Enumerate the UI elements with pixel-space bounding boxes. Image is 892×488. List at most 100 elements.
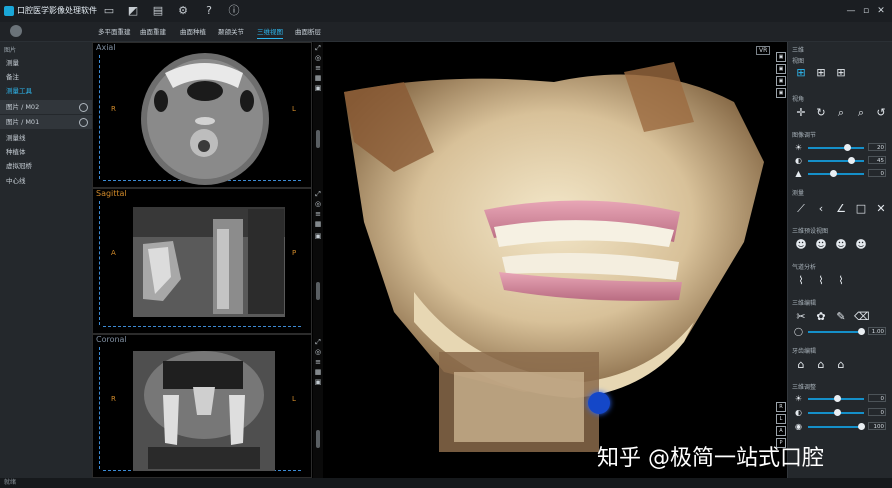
camera-icon[interactable]: ◎	[314, 54, 322, 62]
coronal-scrollbar[interactable]	[316, 430, 320, 448]
brightness-value[interactable]: 20	[868, 143, 886, 151]
tab-implant[interactable]: 曲面种植	[180, 26, 206, 36]
info-icon[interactable]: ⓘ	[227, 4, 241, 18]
layers-icon[interactable]: ≡	[314, 210, 322, 218]
skull-right-icon[interactable]: ☻	[834, 238, 848, 252]
layout-2-icon[interactable]: ⊞	[814, 66, 828, 80]
help-icon[interactable]: ?	[202, 4, 216, 18]
reset-icon[interactable]: ▣	[314, 232, 322, 240]
tab-tmj[interactable]: 颞颌关节	[218, 26, 244, 36]
slider-knob[interactable]	[834, 409, 841, 416]
layers-icon[interactable]: ≡	[314, 358, 322, 366]
orientation-l-icon[interactable]: L	[776, 414, 786, 424]
reset-view-icon[interactable]: ↺	[874, 106, 888, 120]
grid-icon[interactable]: ▦	[314, 74, 322, 82]
view-toggle-1-icon[interactable]: ▣	[776, 52, 786, 62]
reset-icon[interactable]: ▣	[314, 84, 322, 92]
axial-view[interactable]: Axial R L	[92, 42, 312, 188]
tab-3d-view[interactable]: 三维视图	[257, 26, 283, 39]
skull-left-icon[interactable]: ☻	[814, 238, 828, 252]
slider-knob[interactable]	[858, 423, 865, 430]
pan-icon[interactable]: ✛	[794, 106, 808, 120]
opacity-value[interactable]: 1.00	[868, 327, 886, 335]
camera-icon[interactable]: ◎	[314, 200, 322, 208]
sculpt-icon[interactable]: ✿	[814, 310, 828, 324]
sagittal-view[interactable]: Sagittal A P	[92, 188, 312, 334]
cut-icon[interactable]: ✂	[794, 310, 808, 324]
left-item-implant[interactable]: 种植体	[0, 145, 92, 159]
light-slider[interactable]	[808, 395, 864, 402]
tooth-2-icon[interactable]: ⌂	[814, 358, 828, 372]
opacity-slider[interactable]	[808, 328, 865, 335]
zoom-icon[interactable]: ⌕	[834, 106, 848, 120]
left-item-image-m01[interactable]: 图片 / M01	[0, 115, 92, 129]
light-value[interactable]: 0	[868, 394, 886, 402]
brush-icon[interactable]: ✎	[834, 310, 848, 324]
coronal-view[interactable]: Coronal R L	[92, 334, 312, 478]
left-item-image-m02[interactable]: 图片 / M02	[0, 100, 92, 114]
slider-knob[interactable]	[858, 328, 865, 335]
expand-icon[interactable]: ⤢	[314, 190, 322, 198]
shade-slider[interactable]	[808, 409, 864, 416]
close-button[interactable]: ✕	[875, 6, 887, 16]
airway-1-icon[interactable]: ⌇	[794, 274, 808, 288]
threshold-value[interactable]: 100	[868, 422, 886, 430]
view-toggle-3-icon[interactable]: ▣	[776, 76, 786, 86]
threshold-slider[interactable]	[808, 423, 865, 430]
skull-front-icon[interactable]: ☻	[794, 238, 808, 252]
left-item-measure-line[interactable]: 测量线	[0, 131, 92, 145]
sharpness-slider[interactable]	[808, 170, 864, 177]
view-toggle-2-icon[interactable]: ▣	[776, 64, 786, 74]
layout-3-icon[interactable]: ⊞	[834, 66, 848, 80]
tooth-1-icon[interactable]: ⌂	[794, 358, 808, 372]
gear-icon[interactable]: ⚙	[176, 4, 190, 18]
left-item-measure[interactable]: 测量	[0, 56, 92, 70]
slider-knob[interactable]	[834, 395, 841, 402]
grid-icon[interactable]: ▦	[314, 220, 322, 228]
rotate-icon[interactable]: ↻	[814, 106, 828, 120]
tooth-3-icon[interactable]: ⌂	[834, 358, 848, 372]
expand-icon[interactable]: ⤢	[314, 338, 322, 346]
orientation-a-icon[interactable]: A	[776, 426, 786, 436]
tab-panoramic[interactable]: 曲面断层	[295, 26, 321, 36]
eraser-icon[interactable]: ⌫	[854, 310, 870, 324]
expand-icon[interactable]: ⤢	[314, 44, 322, 52]
contrast-value[interactable]: 45	[868, 156, 886, 164]
tab-mpr[interactable]: 多平面重建	[98, 26, 131, 36]
contrast-slider[interactable]	[808, 157, 864, 164]
left-item-crown[interactable]: 虚拟冠桥	[0, 159, 92, 173]
line-measure-icon[interactable]: ⟋	[794, 202, 808, 216]
print-icon[interactable]: ▤	[151, 4, 165, 18]
toggle-circle-icon[interactable]	[79, 118, 88, 127]
airway-2-icon[interactable]: ⌇	[814, 274, 828, 288]
orientation-r-icon[interactable]: R	[776, 402, 786, 412]
tab-curved-reconstruction[interactable]: 曲面重建	[140, 26, 166, 36]
toggle-circle-icon[interactable]	[79, 103, 88, 112]
zoom-fit-icon[interactable]: ⌕	[854, 106, 868, 120]
sagittal-scrollbar[interactable]	[316, 282, 320, 300]
left-item-measure-tools[interactable]: 测量工具	[0, 84, 92, 98]
view-toggle-4-icon[interactable]: ▣	[776, 88, 786, 98]
skull-back-icon[interactable]: ☻	[854, 238, 868, 252]
avatar[interactable]	[10, 25, 22, 37]
left-item-centerline[interactable]: 中心线	[0, 174, 92, 188]
reset-icon[interactable]: ▣	[314, 378, 322, 386]
cross-icon[interactable]: ✕	[874, 202, 888, 216]
volume-render-view[interactable]: VR	[324, 42, 786, 478]
folder-icon[interactable]: ▭	[102, 4, 116, 18]
axial-scrollbar[interactable]	[316, 130, 320, 148]
slider-knob[interactable]	[830, 170, 837, 177]
layout-1-icon[interactable]: ⊞	[794, 66, 808, 80]
camera-icon[interactable]: ◎	[314, 348, 322, 356]
slider-knob[interactable]	[844, 144, 851, 151]
rectangle-icon[interactable]: □	[854, 202, 868, 216]
angle-icon[interactable]: ∠	[834, 202, 848, 216]
sharpness-value[interactable]: 0	[868, 169, 886, 177]
brightness-slider[interactable]	[808, 144, 864, 151]
left-item-notes[interactable]: 备注	[0, 70, 92, 84]
layers-icon[interactable]: ≡	[314, 64, 322, 72]
minimize-button[interactable]: —	[845, 6, 857, 16]
polyline-icon[interactable]: ‹	[814, 202, 828, 216]
shade-value[interactable]: 0	[868, 408, 886, 416]
maximize-button[interactable]: ▫	[860, 6, 872, 16]
